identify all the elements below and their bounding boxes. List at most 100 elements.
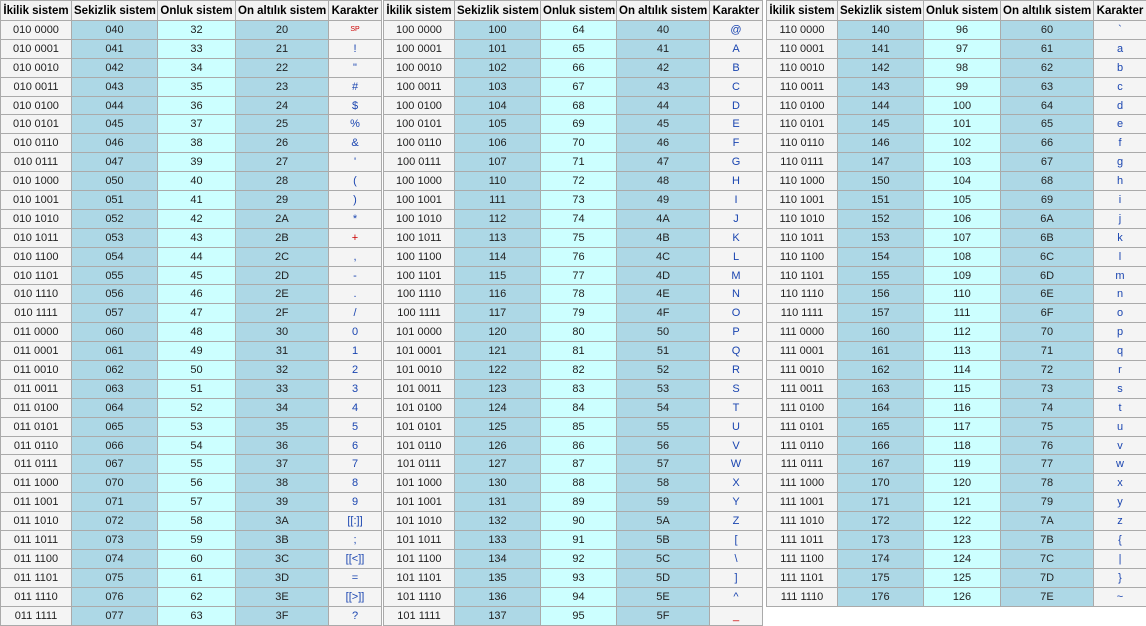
hex-cell: 28 <box>236 172 329 191</box>
character-cell: e <box>1094 115 1146 134</box>
hex-cell: 5F <box>617 606 710 625</box>
octal-cell: 070 <box>72 474 158 493</box>
decimal-cell: 94 <box>541 587 617 606</box>
decimal-cell: 36 <box>158 96 236 115</box>
table-row: 011 010006452344 <box>1 398 382 417</box>
hex-cell: 67 <box>1001 153 1094 172</box>
hex-cell: 33 <box>236 379 329 398</box>
decimal-cell: 45 <box>158 266 236 285</box>
table-row: 111 011116711977w <box>767 455 1146 474</box>
table-row: 111 000016011270p <box>767 323 1146 342</box>
binary-cell: 011 0010 <box>1 361 72 380</box>
octal-cell: 042 <box>72 58 158 77</box>
decimal-cell: 86 <box>541 436 617 455</box>
binary-cell: 100 1100 <box>384 247 455 266</box>
header-character: Karakter <box>329 1 382 21</box>
hex-cell: 4F <box>617 304 710 323</box>
hex-cell: 29 <box>236 191 329 210</box>
binary-cell: 011 0000 <box>1 323 72 342</box>
decimal-cell: 82 <box>541 361 617 380</box>
decimal-cell: 85 <box>541 417 617 436</box>
decimal-cell: 126 <box>924 587 1001 606</box>
character-cell: { <box>1094 531 1146 550</box>
table-row: 010 01110473927' <box>1 153 382 172</box>
character-cell: [[:]] <box>329 512 382 531</box>
character-cell: a <box>1094 39 1146 58</box>
binary-cell: 101 0110 <box>384 436 455 455</box>
hex-cell: 48 <box>617 172 710 191</box>
table-row: 100 1110116784EN <box>384 285 763 304</box>
binary-cell: 011 1111 <box>1 606 72 625</box>
binary-cell: 110 0001 <box>767 39 838 58</box>
binary-cell: 011 1010 <box>1 512 72 531</box>
character-cell: [ <box>710 531 763 550</box>
hex-cell: 5A <box>617 512 710 531</box>
hex-cell: 3B <box>236 531 329 550</box>
header-decimal: Onluk sistem <box>541 1 617 21</box>
hex-cell: 7C <box>1001 549 1094 568</box>
table-row: 100 01101067046F <box>384 134 763 153</box>
character-cell: w <box>1094 455 1146 474</box>
binary-cell: 101 0111 <box>384 455 455 474</box>
decimal-cell: 124 <box>924 549 1001 568</box>
binary-cell: 011 1001 <box>1 493 72 512</box>
header-character: Karakter <box>1094 1 1146 21</box>
hex-cell: 40 <box>617 21 710 40</box>
octal-cell: 106 <box>455 134 541 153</box>
table-row: 100 00111036743C <box>384 77 763 96</box>
octal-cell: 052 <box>72 209 158 228</box>
table-row: 011 001106351333 <box>1 379 382 398</box>
hex-cell: 3A <box>236 512 329 531</box>
hex-cell: 21 <box>236 39 329 58</box>
binary-cell: 110 1010 <box>767 209 838 228</box>
table-row: 100 1100114764CL <box>384 247 763 266</box>
hex-cell: 3D <box>236 568 329 587</box>
character-cell: z <box>1094 512 1146 531</box>
octal-cell: 105 <box>455 115 541 134</box>
octal-cell: 120 <box>455 323 541 342</box>
decimal-cell: 51 <box>158 379 236 398</box>
table-row: 101 1100134925C\ <box>384 549 763 568</box>
header-binary: İkilik sistem <box>767 1 838 21</box>
hex-cell: 56 <box>617 436 710 455</box>
decimal-cell: 74 <box>541 209 617 228</box>
character-cell: 2 <box>329 361 382 380</box>
binary-cell: 011 0111 <box>1 455 72 474</box>
header-row: İkilik sistem Sekizlik sistem Onluk sist… <box>767 1 1146 21</box>
octal-cell: 102 <box>455 58 541 77</box>
character-cell: [[<]] <box>329 549 382 568</box>
decimal-cell: 70 <box>541 134 617 153</box>
binary-cell: 011 0101 <box>1 417 72 436</box>
binary-cell: 110 1001 <box>767 191 838 210</box>
table-row: 110 00011419761a <box>767 39 1146 58</box>
table-row: 111 010016411674t <box>767 398 1146 417</box>
octal-cell: 050 <box>72 172 158 191</box>
octal-cell: 054 <box>72 247 158 266</box>
hex-cell: 31 <box>236 342 329 361</box>
character-cell: ] <box>710 568 763 587</box>
binary-cell: 011 1100 <box>1 549 72 568</box>
hex-cell: 70 <box>1001 323 1094 342</box>
table-row: 111 001116311573s <box>767 379 1146 398</box>
binary-cell: 101 0001 <box>384 342 455 361</box>
table-row: 101 1110136945E^ <box>384 587 763 606</box>
binary-cell: 101 1100 <box>384 549 455 568</box>
binary-cell: 101 1011 <box>384 531 455 550</box>
binary-cell: 111 1110 <box>767 587 838 606</box>
octal-cell: 067 <box>72 455 158 474</box>
decimal-cell: 63 <box>158 606 236 625</box>
character-cell: ~ <box>1094 587 1146 606</box>
octal-cell: 073 <box>72 531 158 550</box>
table-row: 010 1100054442C, <box>1 247 382 266</box>
decimal-cell: 123 <box>924 531 1001 550</box>
binary-cell: 110 1101 <box>767 266 838 285</box>
hex-cell: 49 <box>617 191 710 210</box>
octal-cell: 117 <box>455 304 541 323</box>
character-cell: u <box>1094 417 1146 436</box>
decimal-cell: 73 <box>541 191 617 210</box>
octal-cell: 145 <box>838 115 924 134</box>
octal-cell: 116 <box>455 285 541 304</box>
hex-cell: 5B <box>617 531 710 550</box>
hex-cell: 68 <box>1001 172 1094 191</box>
octal-cell: 062 <box>72 361 158 380</box>
